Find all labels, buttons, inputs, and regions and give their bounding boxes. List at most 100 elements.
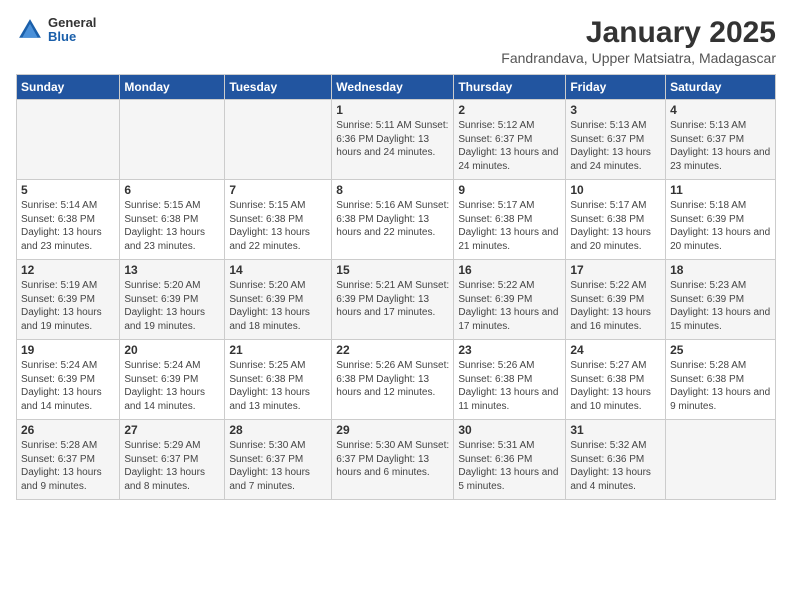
day-number: 23: [458, 343, 561, 357]
day-info: Sunrise: 5:15 AM Sunset: 6:38 PM Dayligh…: [229, 199, 327, 253]
calendar-cell: [120, 100, 225, 180]
logo-icon: [16, 16, 44, 44]
day-number: 25: [670, 343, 771, 357]
calendar-cell: [225, 100, 332, 180]
day-info: Sunrise: 5:22 AM Sunset: 6:39 PM Dayligh…: [570, 279, 661, 333]
day-number: 15: [336, 263, 449, 277]
calendar-cell: 8 Sunrise: 5:16 AM Sunset: 6:38 PM Daylig…: [332, 180, 454, 260]
day-info: Sunrise: 5:28 AM Sunset: 6:37 PM Dayligh…: [21, 439, 115, 493]
day-info: Sunrise: 5:20 AM Sunset: 6:39 PM Dayligh…: [229, 279, 327, 333]
day-number: 24: [570, 343, 661, 357]
calendar-cell: 18 Sunrise: 5:23 AM Sunset: 6:39 PM Dayli…: [666, 260, 776, 340]
logo: General Blue: [16, 16, 96, 45]
calendar-cell: 2 Sunrise: 5:12 AM Sunset: 6:37 PM Daylig…: [454, 100, 566, 180]
day-of-week-header: Sunday: [17, 75, 120, 100]
calendar-cell: 31 Sunrise: 5:32 AM Sunset: 6:36 PM Dayli…: [566, 420, 666, 500]
calendar-cell: 30Sunrise: 5:31 AM Sunset: 6:36 PM Dayli…: [454, 420, 566, 500]
day-number: 14: [229, 263, 327, 277]
calendar-cell: 10 Sunrise: 5:17 AM Sunset: 6:38 PM Dayli…: [566, 180, 666, 260]
calendar-cell: 21 Sunrise: 5:25 AM Sunset: 6:38 PM Dayli…: [225, 340, 332, 420]
day-info: Sunrise: 5:27 AM Sunset: 6:38 PM Dayligh…: [570, 359, 661, 413]
calendar-cell: 27Sunrise: 5:29 AM Sunset: 6:37 PM Dayli…: [120, 420, 225, 500]
day-info: Sunrise: 5:20 AM Sunset: 6:39 PM Dayligh…: [124, 279, 220, 333]
day-info: Sunrise: 5:25 AM Sunset: 6:38 PM Dayligh…: [229, 359, 327, 413]
day-number: 21: [229, 343, 327, 357]
day-info: Sunrise: 5:24 AM Sunset: 6:39 PM Dayligh…: [124, 359, 220, 413]
calendar-cell: 6Sunrise: 5:15 AM Sunset: 6:38 PM Daylig…: [120, 180, 225, 260]
calendar-cell: 5Sunrise: 5:14 AM Sunset: 6:38 PM Daylig…: [17, 180, 120, 260]
calendar-header-row: SundayMondayTuesdayWednesdayThursdayFrid…: [17, 75, 776, 100]
calendar-week-row: 19 Sunrise: 5:24 AM Sunset: 6:39 PM Dayli…: [17, 340, 776, 420]
calendar-cell: 23 Sunrise: 5:26 AM Sunset: 6:38 PM Dayli…: [454, 340, 566, 420]
day-of-week-header: Tuesday: [225, 75, 332, 100]
day-number: 10: [570, 183, 661, 197]
calendar-cell: 28 Sunrise: 5:30 AM Sunset: 6:37 PM Dayli…: [225, 420, 332, 500]
day-number: 11: [670, 183, 771, 197]
calendar-cell: 1 Sunrise: 5:11 AM Sunset: 6:36 PM Daylig…: [332, 100, 454, 180]
day-info: Sunrise: 5:17 AM Sunset: 6:38 PM Dayligh…: [458, 199, 561, 253]
calendar-cell: 4Sunrise: 5:13 AM Sunset: 6:37 PM Daylig…: [666, 100, 776, 180]
calendar-cell: 7Sunrise: 5:15 AM Sunset: 6:38 PM Daylig…: [225, 180, 332, 260]
calendar-cell: [666, 420, 776, 500]
page-header: General Blue January 2025 Fandrandava, U…: [16, 16, 776, 66]
logo-text: General Blue: [48, 16, 96, 45]
calendar-cell: 20 Sunrise: 5:24 AM Sunset: 6:39 PM Dayli…: [120, 340, 225, 420]
day-info: Sunrise: 5:26 AM Sunset: 6:38 PM Dayligh…: [336, 359, 449, 400]
calendar-cell: 26Sunrise: 5:28 AM Sunset: 6:37 PM Dayli…: [17, 420, 120, 500]
day-of-week-header: Wednesday: [332, 75, 454, 100]
day-info: Sunrise: 5:18 AM Sunset: 6:39 PM Dayligh…: [670, 199, 771, 253]
day-info: Sunrise: 5:31 AM Sunset: 6:36 PM Dayligh…: [458, 439, 561, 493]
day-number: 27: [124, 423, 220, 437]
day-info: Sunrise: 5:12 AM Sunset: 6:37 PM Dayligh…: [458, 119, 561, 173]
day-number: 9: [458, 183, 561, 197]
day-info: Sunrise: 5:24 AM Sunset: 6:39 PM Dayligh…: [21, 359, 115, 413]
day-info: Sunrise: 5:15 AM Sunset: 6:38 PM Dayligh…: [124, 199, 220, 253]
day-info: Sunrise: 5:28 AM Sunset: 6:38 PM Dayligh…: [670, 359, 771, 413]
day-number: 8: [336, 183, 449, 197]
logo-general: General: [48, 16, 96, 30]
day-number: 17: [570, 263, 661, 277]
calendar-week-row: 5Sunrise: 5:14 AM Sunset: 6:38 PM Daylig…: [17, 180, 776, 260]
day-number: 12: [21, 263, 115, 277]
day-number: 18: [670, 263, 771, 277]
day-number: 29: [336, 423, 449, 437]
day-of-week-header: Saturday: [666, 75, 776, 100]
calendar-cell: 3Sunrise: 5:13 AM Sunset: 6:37 PM Daylig…: [566, 100, 666, 180]
day-info: Sunrise: 5:17 AM Sunset: 6:38 PM Dayligh…: [570, 199, 661, 253]
calendar-cell: 14 Sunrise: 5:20 AM Sunset: 6:39 PM Dayli…: [225, 260, 332, 340]
calendar-cell: 11 Sunrise: 5:18 AM Sunset: 6:39 PM Dayli…: [666, 180, 776, 260]
calendar-week-row: 1 Sunrise: 5:11 AM Sunset: 6:36 PM Daylig…: [17, 100, 776, 180]
calendar-cell: 19 Sunrise: 5:24 AM Sunset: 6:39 PM Dayli…: [17, 340, 120, 420]
day-info: Sunrise: 5:26 AM Sunset: 6:38 PM Dayligh…: [458, 359, 561, 413]
calendar-cell: 29 Sunrise: 5:30 AM Sunset: 6:37 PM Dayli…: [332, 420, 454, 500]
day-of-week-header: Friday: [566, 75, 666, 100]
calendar-cell: 9 Sunrise: 5:17 AM Sunset: 6:38 PM Daylig…: [454, 180, 566, 260]
day-number: 20: [124, 343, 220, 357]
calendar-cell: 22 Sunrise: 5:26 AM Sunset: 6:38 PM Dayli…: [332, 340, 454, 420]
day-number: 22: [336, 343, 449, 357]
day-info: Sunrise: 5:22 AM Sunset: 6:39 PM Dayligh…: [458, 279, 561, 333]
calendar-cell: 16 Sunrise: 5:22 AM Sunset: 6:39 PM Dayli…: [454, 260, 566, 340]
calendar-week-row: 12Sunrise: 5:19 AM Sunset: 6:39 PM Dayli…: [17, 260, 776, 340]
day-number: 19: [21, 343, 115, 357]
day-info: Sunrise: 5:11 AM Sunset: 6:36 PM Dayligh…: [336, 119, 449, 160]
day-info: Sunrise: 5:30 AM Sunset: 6:37 PM Dayligh…: [229, 439, 327, 493]
day-number: 16: [458, 263, 561, 277]
day-info: Sunrise: 5:13 AM Sunset: 6:37 PM Dayligh…: [570, 119, 661, 173]
calendar-cell: 12Sunrise: 5:19 AM Sunset: 6:39 PM Dayli…: [17, 260, 120, 340]
title-block: January 2025 Fandrandava, Upper Matsiatr…: [501, 16, 776, 66]
day-number: 5: [21, 183, 115, 197]
calendar-title: January 2025: [501, 16, 776, 50]
day-info: Sunrise: 5:30 AM Sunset: 6:37 PM Dayligh…: [336, 439, 449, 480]
day-number: 2: [458, 103, 561, 117]
day-info: Sunrise: 5:16 AM Sunset: 6:38 PM Dayligh…: [336, 199, 449, 240]
day-info: Sunrise: 5:32 AM Sunset: 6:36 PM Dayligh…: [570, 439, 661, 493]
day-info: Sunrise: 5:23 AM Sunset: 6:39 PM Dayligh…: [670, 279, 771, 333]
day-number: 28: [229, 423, 327, 437]
day-number: 31: [570, 423, 661, 437]
day-number: 4: [670, 103, 771, 117]
day-number: 1: [336, 103, 449, 117]
day-number: 13: [124, 263, 220, 277]
calendar-cell: [17, 100, 120, 180]
day-of-week-header: Thursday: [454, 75, 566, 100]
